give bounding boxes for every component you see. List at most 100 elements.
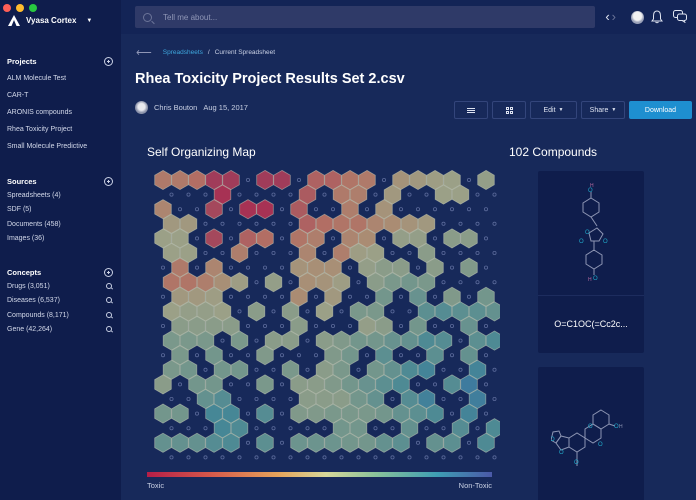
- add-source-icon[interactable]: [104, 176, 113, 186]
- som-hex-node[interactable]: [239, 199, 257, 220]
- search-icon[interactable]: [106, 282, 113, 290]
- sidebar-item-source[interactable]: Documents (458): [7, 217, 113, 232]
- som-hex-node[interactable]: [154, 432, 172, 453]
- grid-view-button[interactable]: [492, 101, 526, 119]
- som-hex-node[interactable]: [409, 169, 427, 191]
- som-empty-node: [466, 177, 471, 182]
- som-hex-node[interactable]: [247, 301, 266, 322]
- som-hex-node[interactable]: [154, 403, 172, 424]
- som-empty-node: [169, 396, 174, 401]
- edit-button[interactable]: Edit ▼: [530, 101, 577, 119]
- add-project-icon[interactable]: [104, 56, 113, 66]
- som-hex-node[interactable]: [154, 169, 172, 191]
- som-hex-node[interactable]: [205, 228, 223, 249]
- som-empty-node: [229, 294, 234, 299]
- search-icon[interactable]: [106, 326, 113, 333]
- som-hex-node[interactable]: [375, 432, 393, 453]
- sidebar-item-project[interactable]: ARONIS compounds: [7, 104, 113, 121]
- sidebar: Vyasa Cortex ▼ Projects ALM Molecule Tes…: [0, 0, 121, 500]
- som-empty-node: [322, 251, 327, 256]
- som-hex-node[interactable]: [426, 432, 444, 453]
- som-hex-node[interactable]: [256, 228, 274, 249]
- som-hex-node[interactable]: [256, 432, 274, 453]
- breadcrumb-link[interactable]: Spreadsheets: [163, 49, 203, 56]
- search-icon[interactable]: [106, 311, 113, 319]
- sidebar-item-project[interactable]: ALM Molecule Test: [7, 70, 113, 87]
- som-empty-node: [169, 192, 174, 197]
- som-empty-node: [305, 367, 310, 372]
- som-hex-node[interactable]: [443, 228, 461, 249]
- som-empty-node: [220, 221, 225, 226]
- add-concept-icon[interactable]: [104, 267, 113, 277]
- som-empty-node: [466, 207, 471, 212]
- som-hex-node[interactable]: [256, 169, 274, 191]
- close-window-button[interactable]: [3, 4, 11, 12]
- download-button[interactable]: Download: [629, 101, 692, 119]
- som-hex-node[interactable]: [230, 359, 249, 380]
- som-empty-node: [424, 455, 429, 460]
- som-hex-node[interactable]: [171, 403, 189, 424]
- sidebar-item-source[interactable]: SDF (5): [7, 203, 113, 218]
- som-hex-node[interactable]: [477, 169, 495, 191]
- som-hex-node[interactable]: [307, 432, 325, 453]
- som-empty-node: [229, 207, 234, 212]
- som-empty-node: [237, 455, 242, 460]
- list-view-button[interactable]: [454, 101, 488, 119]
- som-empty-node: [178, 382, 183, 387]
- som-empty-node: [441, 280, 446, 285]
- som-hex-node[interactable]: [230, 272, 249, 293]
- sidebar-item-concept[interactable]: Gene (42,264): [7, 323, 113, 338]
- som-empty-node: [483, 353, 488, 358]
- som-hex-node[interactable]: [443, 374, 461, 395]
- som-hex-node[interactable]: [188, 432, 206, 453]
- som-empty-node: [254, 455, 259, 460]
- bell-icon[interactable]: [651, 10, 663, 24]
- som-empty-node: [279, 236, 284, 241]
- som-hex-node[interactable]: [485, 330, 504, 351]
- som-empty-node: [432, 382, 437, 387]
- sidebar-item-concept[interactable]: Diseases (6,537): [7, 294, 113, 309]
- breadcrumb: ⟵ Spreadsheets / Current Spreadsheet: [136, 46, 275, 59]
- som-hex-node[interactable]: [256, 199, 274, 220]
- som-hex-node[interactable]: [460, 228, 478, 249]
- sidebar-item-source[interactable]: Spreadsheets (4): [7, 188, 113, 203]
- search-input[interactable]: Tell me about...: [135, 6, 595, 28]
- som-empty-node: [305, 426, 310, 431]
- som-hex-node[interactable]: [273, 169, 291, 191]
- share-button[interactable]: Share ▼: [581, 101, 625, 119]
- concepts-section: Concepts Drugs (3,051) Diseases (6,537) …: [7, 265, 113, 337]
- svg-text:H: H: [588, 277, 592, 283]
- som-empty-node: [492, 221, 497, 226]
- sidebar-item-project[interactable]: Small Molecule Predictive: [7, 138, 113, 155]
- compound-card[interactable]: O O O O O H H O=C1OC(=Cc2c...: [538, 171, 644, 353]
- som-empty-node: [246, 382, 251, 387]
- som-hex-node[interactable]: [188, 169, 206, 191]
- som-hex-node[interactable]: [290, 432, 308, 453]
- som-empty-node: [475, 455, 480, 460]
- chat-icon[interactable]: [673, 10, 687, 23]
- som-hex-node[interactable]: [171, 169, 189, 191]
- som-hex-node[interactable]: [264, 272, 283, 293]
- som-empty-node: [364, 294, 369, 299]
- som-empty-node: [160, 353, 165, 358]
- som-hex-node[interactable]: [171, 432, 189, 453]
- som-hex-node[interactable]: [256, 403, 274, 424]
- compound-card[interactable]: O O O O O O H: [538, 367, 644, 500]
- som-empty-node: [246, 265, 251, 270]
- sidebar-item-concept[interactable]: Compounds (8,171): [7, 308, 113, 323]
- maximize-window-button[interactable]: [29, 4, 37, 12]
- som-empty-node: [279, 265, 284, 270]
- sidebar-item-source[interactable]: Images (36): [7, 232, 113, 247]
- som-hex-node[interactable]: [256, 374, 274, 395]
- som-empty-node: [432, 236, 437, 241]
- sidebar-item-project[interactable]: CAR-T: [7, 87, 113, 104]
- workspace-switcher[interactable]: Vyasa Cortex ▼: [8, 15, 92, 26]
- sidebar-item-project[interactable]: Rhea Toxicity Project: [7, 121, 113, 138]
- som-hex-node[interactable]: [460, 257, 478, 278]
- user-avatar[interactable]: [631, 11, 644, 24]
- minimize-window-button[interactable]: [16, 4, 24, 12]
- forward-button[interactable]: ›: [612, 9, 618, 24]
- back-arrow-icon[interactable]: ⟵: [136, 46, 152, 59]
- search-icon[interactable]: [106, 297, 113, 304]
- sidebar-item-concept[interactable]: Drugs (3,051): [7, 279, 113, 294]
